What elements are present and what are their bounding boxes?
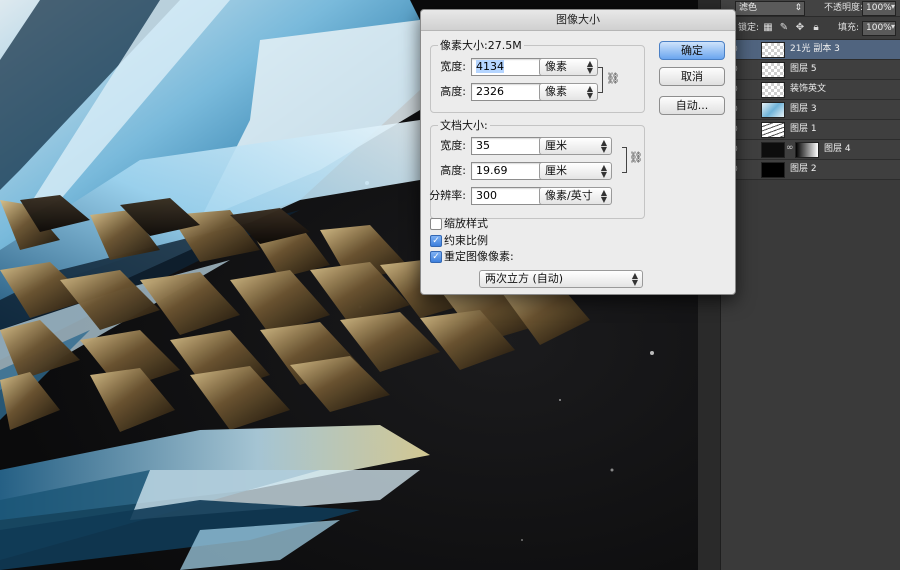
- layer-name: 图层 1: [790, 124, 817, 134]
- layer-row-1[interactable]: ◉ 图层 5: [721, 60, 900, 80]
- lock-image-icon[interactable]: ✎: [779, 23, 789, 33]
- chevron-down-icon: ▼: [586, 66, 593, 75]
- doc-width-label: 宽度:: [440, 139, 466, 152]
- pixel-width-label: 宽度:: [440, 60, 466, 73]
- doc-height-label: 高度:: [440, 164, 466, 177]
- pixel-width-unit: 像素: [545, 60, 567, 73]
- pixel-dimensions-legend: 像素大小:27.5M: [440, 39, 522, 52]
- layer-thumbnail: [761, 82, 785, 98]
- lock-position-icon[interactable]: ✥: [795, 23, 805, 33]
- resolution-value: 300: [476, 189, 497, 202]
- layer-row-6[interactable]: ◉ 图层 2: [721, 160, 900, 180]
- dialog-title: 图像大小: [421, 10, 735, 31]
- pixel-constrain-bracket: [598, 67, 603, 93]
- document-size-legend: 文档大小:: [440, 119, 488, 132]
- checkmark-icon: ✓: [430, 251, 442, 263]
- resample-method-select[interactable]: 两次立方 (自动) ▲ ▼: [479, 270, 643, 288]
- layer-row-3[interactable]: ◉ 图层 3: [721, 100, 900, 120]
- checkmark-icon: ✓: [430, 235, 442, 247]
- doc-height-unit: 厘米: [545, 164, 567, 177]
- auto-button[interactable]: 自动...: [659, 96, 725, 115]
- chevron-updown-icon: ⇕: [794, 3, 802, 13]
- layer-row-5[interactable]: ◉ ∞ 图层 4: [721, 140, 900, 160]
- layer-name: 装饰英文: [790, 84, 827, 94]
- pixel-height-unit: 像素: [545, 85, 567, 98]
- layer-row-2[interactable]: ◉ 装饰英文: [721, 80, 900, 100]
- layer-name: 图层 2: [790, 164, 817, 174]
- doc-width-unit-select[interactable]: 厘米 ▲ ▼: [539, 137, 612, 155]
- blend-mode-value: 滤色: [739, 3, 758, 13]
- fill-value: 100%: [866, 23, 892, 33]
- opacity-value: 100%: [866, 3, 892, 13]
- blend-mode-select[interactable]: 滤色 ⇕: [735, 1, 805, 16]
- pixel-height-value: 2326: [476, 85, 504, 98]
- resolution-unit-select[interactable]: 像素/英寸 ▲ ▼: [539, 187, 612, 205]
- pixel-width-value: 4134: [476, 60, 504, 73]
- layer-row-0[interactable]: ◉ 21光 副本 3: [721, 40, 900, 60]
- chevron-down-icon: ▼: [631, 278, 638, 287]
- chain-link-icon: ⛓︎: [606, 72, 620, 85]
- chevron-down-icon: ▼: [586, 91, 593, 100]
- doc-height-unit-select[interactable]: 厘米 ▲ ▼: [539, 162, 612, 180]
- resample-label: 重定图像像素:: [444, 250, 514, 263]
- pixel-height-label: 高度:: [440, 85, 466, 98]
- lock-label: 锁定:: [738, 23, 760, 33]
- layer-name: 图层 5: [790, 64, 817, 74]
- chain-link-icon: ⛓︎: [629, 151, 643, 164]
- layers-lock-bar: 锁定: ▦ ✎ ✥ 🔒︎ 填充: 100% ▾: [721, 17, 900, 40]
- pixel-width-unit-select[interactable]: 像素 ▲ ▼: [539, 58, 598, 76]
- layer-thumbnail: [761, 62, 785, 78]
- doc-constrain-bracket: [622, 147, 627, 173]
- layer-mask-thumbnail[interactable]: [795, 142, 819, 158]
- opacity-dropdown-icon[interactable]: ▾: [891, 2, 895, 11]
- layer-row-4[interactable]: ◉ 图层 1: [721, 120, 900, 140]
- fill-label: 填充:: [838, 23, 860, 33]
- layers-panel: 滤色 ⇕ 不透明度: 100% ▾ 锁定: ▦ ✎ ✥ 🔒︎ 填充: 100% …: [720, 0, 900, 570]
- resample-method-value: 两次立方 (自动): [485, 272, 564, 285]
- layers-panel-options-bar: 滤色 ⇕ 不透明度: 100% ▾: [721, 0, 900, 17]
- fill-dropdown-icon[interactable]: ▾: [891, 22, 895, 31]
- doc-width-value: 35: [476, 139, 490, 152]
- layer-thumbnail: [761, 162, 785, 178]
- layer-thumbnail: [761, 102, 785, 118]
- lock-transparent-icon[interactable]: ▦: [763, 23, 773, 33]
- doc-width-unit: 厘米: [545, 139, 567, 152]
- pixel-height-unit-select[interactable]: 像素 ▲ ▼: [539, 83, 598, 101]
- link-icon: ∞: [786, 143, 794, 153]
- image-size-dialog: 图像大小 像素大小:27.5M 宽度: 4134 像素 ▲ ▼ 高度: 2326 …: [420, 9, 736, 295]
- constrain-proportions-label: 约束比例: [444, 234, 488, 247]
- resolution-label: 分辨率:: [429, 189, 466, 202]
- lock-all-icon[interactable]: 🔒︎: [811, 23, 821, 33]
- layer-name: 图层 4: [824, 144, 851, 154]
- layer-name: 21光 副本 3: [790, 44, 840, 54]
- layer-thumbnail: [761, 122, 785, 138]
- layer-name: 图层 3: [790, 104, 817, 114]
- layer-thumbnail: [761, 42, 785, 58]
- scale-styles-label: 缩放样式: [444, 217, 488, 230]
- doc-height-value: 19.69: [476, 164, 508, 177]
- opacity-label: 不透明度:: [824, 3, 864, 13]
- chevron-down-icon: ▼: [600, 170, 607, 179]
- chevron-down-icon: ▼: [600, 145, 607, 154]
- layer-thumbnail: [761, 142, 785, 158]
- checkbox-icon: [430, 218, 442, 230]
- ok-button[interactable]: 确定: [659, 41, 725, 60]
- chevron-down-icon: ▼: [600, 195, 607, 204]
- cancel-button[interactable]: 取消: [659, 67, 725, 86]
- resolution-unit: 像素/英寸: [545, 189, 593, 202]
